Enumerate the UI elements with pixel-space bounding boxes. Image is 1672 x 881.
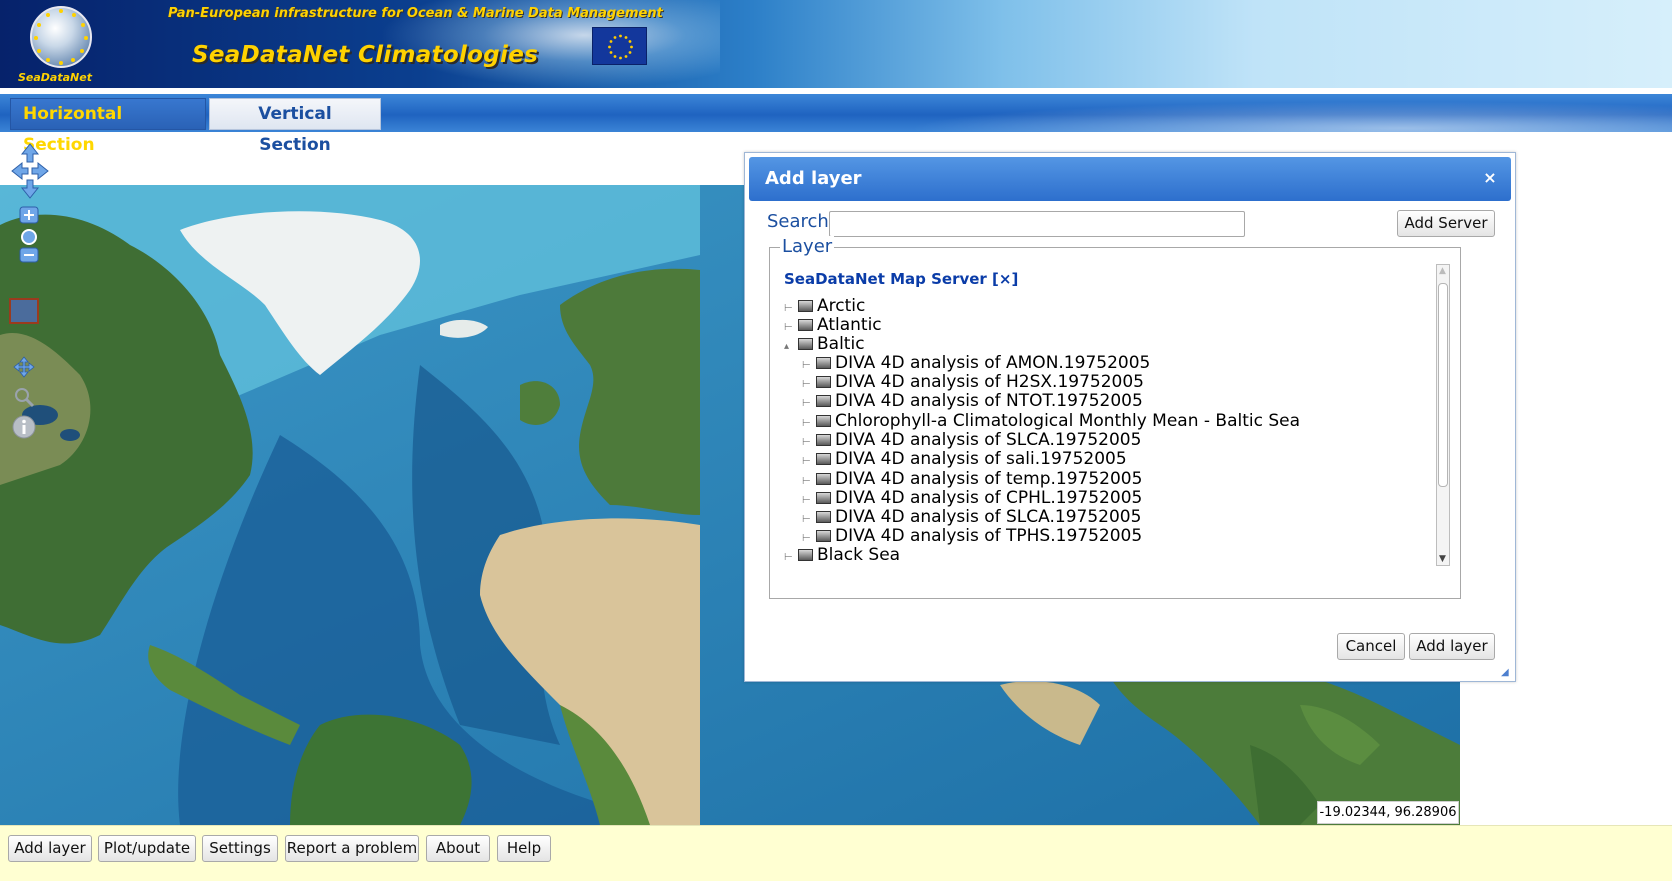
tree-leaf-label: DIVA 4D analysis of CPHL.19752005 xyxy=(835,488,1143,508)
tree-leaf-label: DIVA 4D analysis of AMON.19752005 xyxy=(835,353,1151,373)
tree-node-label: Baltic xyxy=(817,334,865,354)
layer-legend: Layer xyxy=(780,236,835,257)
tree-leaf-layer[interactable]: ⊢ DIVA 4D analysis of CPHL.19752005 xyxy=(802,488,1142,508)
tree-leaf-label: DIVA 4D analysis of sali.19752005 xyxy=(835,449,1127,469)
layer-tree[interactable]: SeaDataNet Map Server [×] ⊢ Arctic ⊢ Atlan… xyxy=(784,262,1434,574)
tree-leaf-layer[interactable]: ⊢ DIVA 4D analysis of temp.19752005 xyxy=(802,469,1142,489)
scroll-up-icon[interactable]: ▲ xyxy=(1439,266,1446,276)
tree-leaf-label: DIVA 4D analysis of SLCA.19752005 xyxy=(835,430,1142,450)
header-banner: SeaDataNet Pan-European infrastructure f… xyxy=(0,0,1672,88)
layer-icon xyxy=(816,453,831,465)
help-button[interactable]: Help xyxy=(497,835,551,862)
layer-icon xyxy=(816,473,831,485)
zoom-out-icon[interactable] xyxy=(19,247,39,263)
tree-leaf-layer[interactable]: ⊢ DIVA 4D analysis of SLCA.19752005 xyxy=(802,430,1141,450)
logo-text: SeaDataNet xyxy=(18,71,92,84)
tree-node-label: Black Sea xyxy=(817,545,901,565)
site-title: SeaDataNet Climatologies xyxy=(192,42,539,68)
tree-leaf-label: DIVA 4D analysis of TPHS.19752005 xyxy=(835,526,1143,546)
tab-horizontal-section[interactable]: Horizontal Section xyxy=(10,98,206,155)
folder-icon xyxy=(798,338,813,350)
add-layer-button[interactable]: Add layer xyxy=(1409,633,1495,660)
layer-icon xyxy=(816,395,831,407)
tree-leaf-layer[interactable]: ⊢ DIVA 4D analysis of H2SX.19752005 xyxy=(802,372,1144,392)
report-problem-button[interactable]: Report a problem xyxy=(285,835,419,862)
tree-leaf-layer[interactable]: ⊢ DIVA 4D analysis of sali.19752005 xyxy=(802,449,1127,469)
layer-icon xyxy=(816,376,831,388)
tree-leaf-label: DIVA 4D analysis of temp.19752005 xyxy=(835,469,1143,489)
tab-vertical-section[interactable]: Vertical Section xyxy=(209,98,381,155)
tree-node-black-sea[interactable]: ⊢ Black Sea xyxy=(784,545,900,565)
folder-icon xyxy=(798,549,813,561)
folder-icon xyxy=(798,300,813,312)
info-icon[interactable] xyxy=(11,414,37,440)
pan-arrows-icon[interactable] xyxy=(10,142,50,200)
search-input[interactable] xyxy=(829,211,1245,237)
tagline: Pan-European infrastructure for Ocean & … xyxy=(168,6,663,21)
expand-icon[interactable]: ⊢ xyxy=(784,548,794,568)
layer-icon xyxy=(816,357,831,369)
dialog-header[interactable]: Add layer × xyxy=(749,157,1511,201)
tree-scrollbar[interactable]: ▲ ▼ xyxy=(1436,264,1450,566)
server-title-link[interactable]: SeaDataNet Map Server [×] xyxy=(784,270,1018,288)
collapse-icon[interactable]: ▴ xyxy=(784,337,794,357)
add-layer-dialog: Add layer × Search: Add Server Layer Sea… xyxy=(744,152,1516,682)
folder-icon xyxy=(798,319,813,331)
tree-leaf-layer[interactable]: ⊢ Chlorophyll-a Climatological Monthly Me… xyxy=(802,411,1300,431)
seadatanet-logo xyxy=(22,6,100,78)
move-tool-icon[interactable] xyxy=(12,355,36,379)
plot-update-button[interactable]: Plot/update xyxy=(98,835,196,862)
about-button[interactable]: About xyxy=(426,835,490,862)
tree-leaf-label: DIVA 4D analysis of H2SX.19752005 xyxy=(835,372,1144,392)
tree-node-label: Arctic xyxy=(817,296,866,316)
tree-leaf-layer[interactable]: ⊢ DIVA 4D analysis of AMON.19752005 xyxy=(802,353,1150,373)
tree-leaf-layer[interactable]: ⊢ DIVA 4D analysis of TPHS.19752005 xyxy=(802,526,1142,546)
tree-leaf-layer[interactable]: ⊢ DIVA 4D analysis of SLCA.19752005 xyxy=(802,507,1141,527)
layer-icon xyxy=(816,415,831,427)
toolbar-add-layer-button[interactable]: Add layer xyxy=(8,835,92,862)
eu-flag-icon xyxy=(592,27,647,65)
layer-icon xyxy=(816,511,831,523)
magnifier-icon[interactable] xyxy=(12,385,36,409)
tree-node-atlantic[interactable]: ⊢ Atlantic xyxy=(784,315,882,335)
cancel-button[interactable]: Cancel xyxy=(1337,633,1405,660)
tree-leaf-layer[interactable]: ⊢ DIVA 4D analysis of NTOT.19752005 xyxy=(802,391,1143,411)
dialog-title: Add layer xyxy=(765,168,862,189)
search-label: Search: xyxy=(767,211,835,232)
close-icon[interactable]: × xyxy=(1481,169,1499,187)
coordinate-readout: -19.02344, 96.28906 xyxy=(1317,801,1459,824)
add-server-button[interactable]: Add Server xyxy=(1397,210,1495,237)
tree-leaf-label: DIVA 4D analysis of SLCA.19752005 xyxy=(835,507,1142,527)
tree-leaf-label: Chlorophyll-a Climatological Monthly Mea… xyxy=(835,411,1301,431)
bottom-toolbar: Add layer Plot/update Settings Report a … xyxy=(0,825,1672,881)
zoom-in-icon[interactable] xyxy=(19,206,39,224)
tree-node-label: Atlantic xyxy=(817,315,882,335)
tab-bar-decoration xyxy=(772,94,1672,132)
tree-node-arctic[interactable]: ⊢ Arctic xyxy=(784,296,865,316)
layer-icon xyxy=(816,434,831,446)
zoom-slider-icon[interactable] xyxy=(19,228,39,246)
resize-grip-icon[interactable]: ◢ xyxy=(1501,667,1513,679)
scrollbar-thumb[interactable] xyxy=(1438,283,1448,487)
tree-leaf-label: DIVA 4D analysis of NTOT.19752005 xyxy=(835,391,1143,411)
layer-switcher-icon[interactable] xyxy=(9,298,39,324)
layer-icon xyxy=(816,492,831,504)
tree-node-baltic[interactable]: ▴ Baltic xyxy=(784,334,865,354)
tab-bar: Horizontal Section Vertical Section xyxy=(0,94,1672,155)
scroll-down-icon[interactable]: ▼ xyxy=(1439,554,1446,564)
stars-icon xyxy=(34,9,88,65)
settings-button[interactable]: Settings xyxy=(202,835,278,862)
layer-fieldset: Layer SeaDataNet Map Server [×] ⊢ Arctic … xyxy=(769,236,1461,599)
layer-icon xyxy=(816,530,831,542)
